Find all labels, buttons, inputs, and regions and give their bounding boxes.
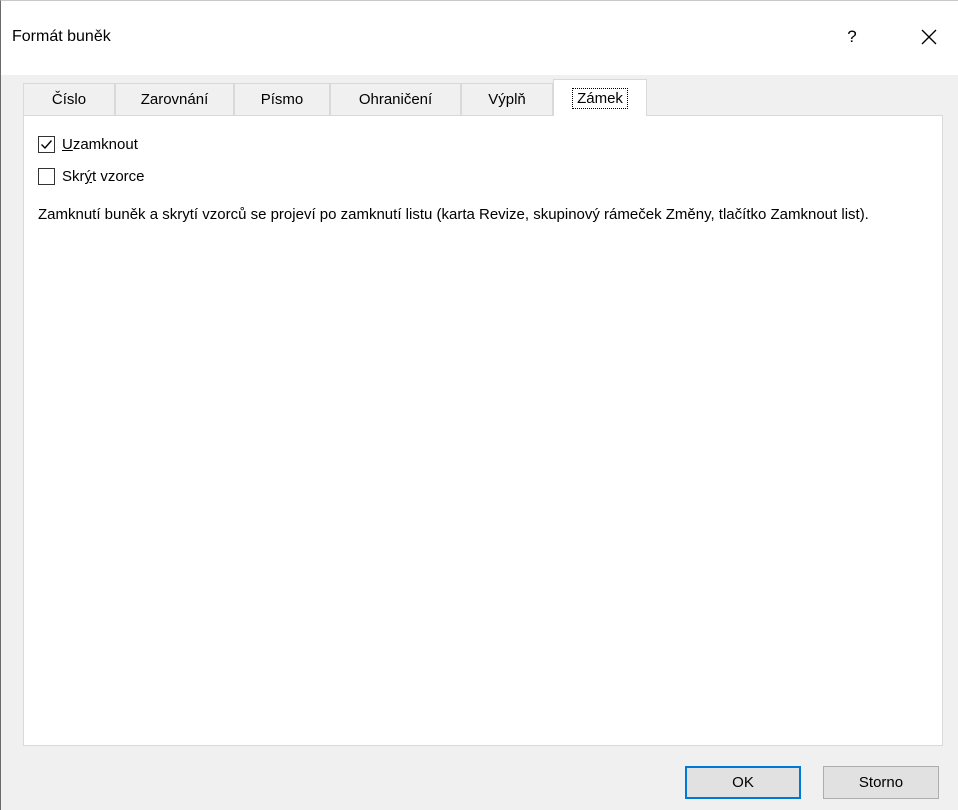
tab-label: Zarovnání	[140, 91, 209, 108]
lock-checkbox-row[interactable]: Uzamknout	[38, 136, 138, 153]
tab-number[interactable]: Číslo	[23, 83, 115, 115]
tab-label: Výplň	[488, 91, 526, 108]
help-button[interactable]: ?	[827, 19, 877, 55]
cancel-button-label: Storno	[858, 774, 904, 791]
protection-panel: Uzamknout Skrýt vzorce Zamknutí buněk a …	[23, 115, 943, 746]
ok-button-label: OK	[732, 774, 754, 791]
close-icon	[921, 29, 937, 45]
ok-button[interactable]: OK	[685, 766, 801, 799]
hide-formulas-checkbox[interactable]	[38, 168, 55, 185]
tab-alignment[interactable]: Zarovnání	[115, 83, 234, 115]
tab-font[interactable]: Písmo	[234, 83, 330, 115]
cancel-button[interactable]: Storno	[823, 766, 939, 799]
tab-label: Ohraničení	[358, 91, 433, 108]
dialog-title: Formát buněk	[12, 28, 111, 45]
tab-strip: Číslo Zarovnání Písmo Ohraničení Výplň Z…	[23, 79, 943, 116]
title-bar: Formát buněk ?	[1, 1, 958, 75]
tab-label: Číslo	[51, 91, 87, 108]
help-icon: ?	[847, 27, 857, 46]
tab-protection[interactable]: Zámek	[553, 79, 647, 116]
hide-formulas-label: Skrýt vzorce	[62, 168, 145, 185]
hide-formulas-checkbox-row[interactable]: Skrýt vzorce	[38, 168, 145, 185]
tab-label: Zámek	[572, 87, 628, 109]
tab-label: Písmo	[260, 91, 304, 108]
tab-border[interactable]: Ohraničení	[330, 83, 461, 115]
protection-description: Zamknutí buněk a skrytí vzorců se projev…	[38, 206, 869, 223]
close-button[interactable]	[901, 17, 957, 57]
checkmark-icon	[41, 140, 53, 150]
format-cells-dialog: Formát buněk ? Číslo Zarovnání Písmo Ohr…	[0, 0, 958, 810]
tab-fill[interactable]: Výplň	[461, 83, 553, 115]
lock-label: Uzamknout	[62, 136, 138, 153]
lock-checkbox[interactable]	[38, 136, 55, 153]
